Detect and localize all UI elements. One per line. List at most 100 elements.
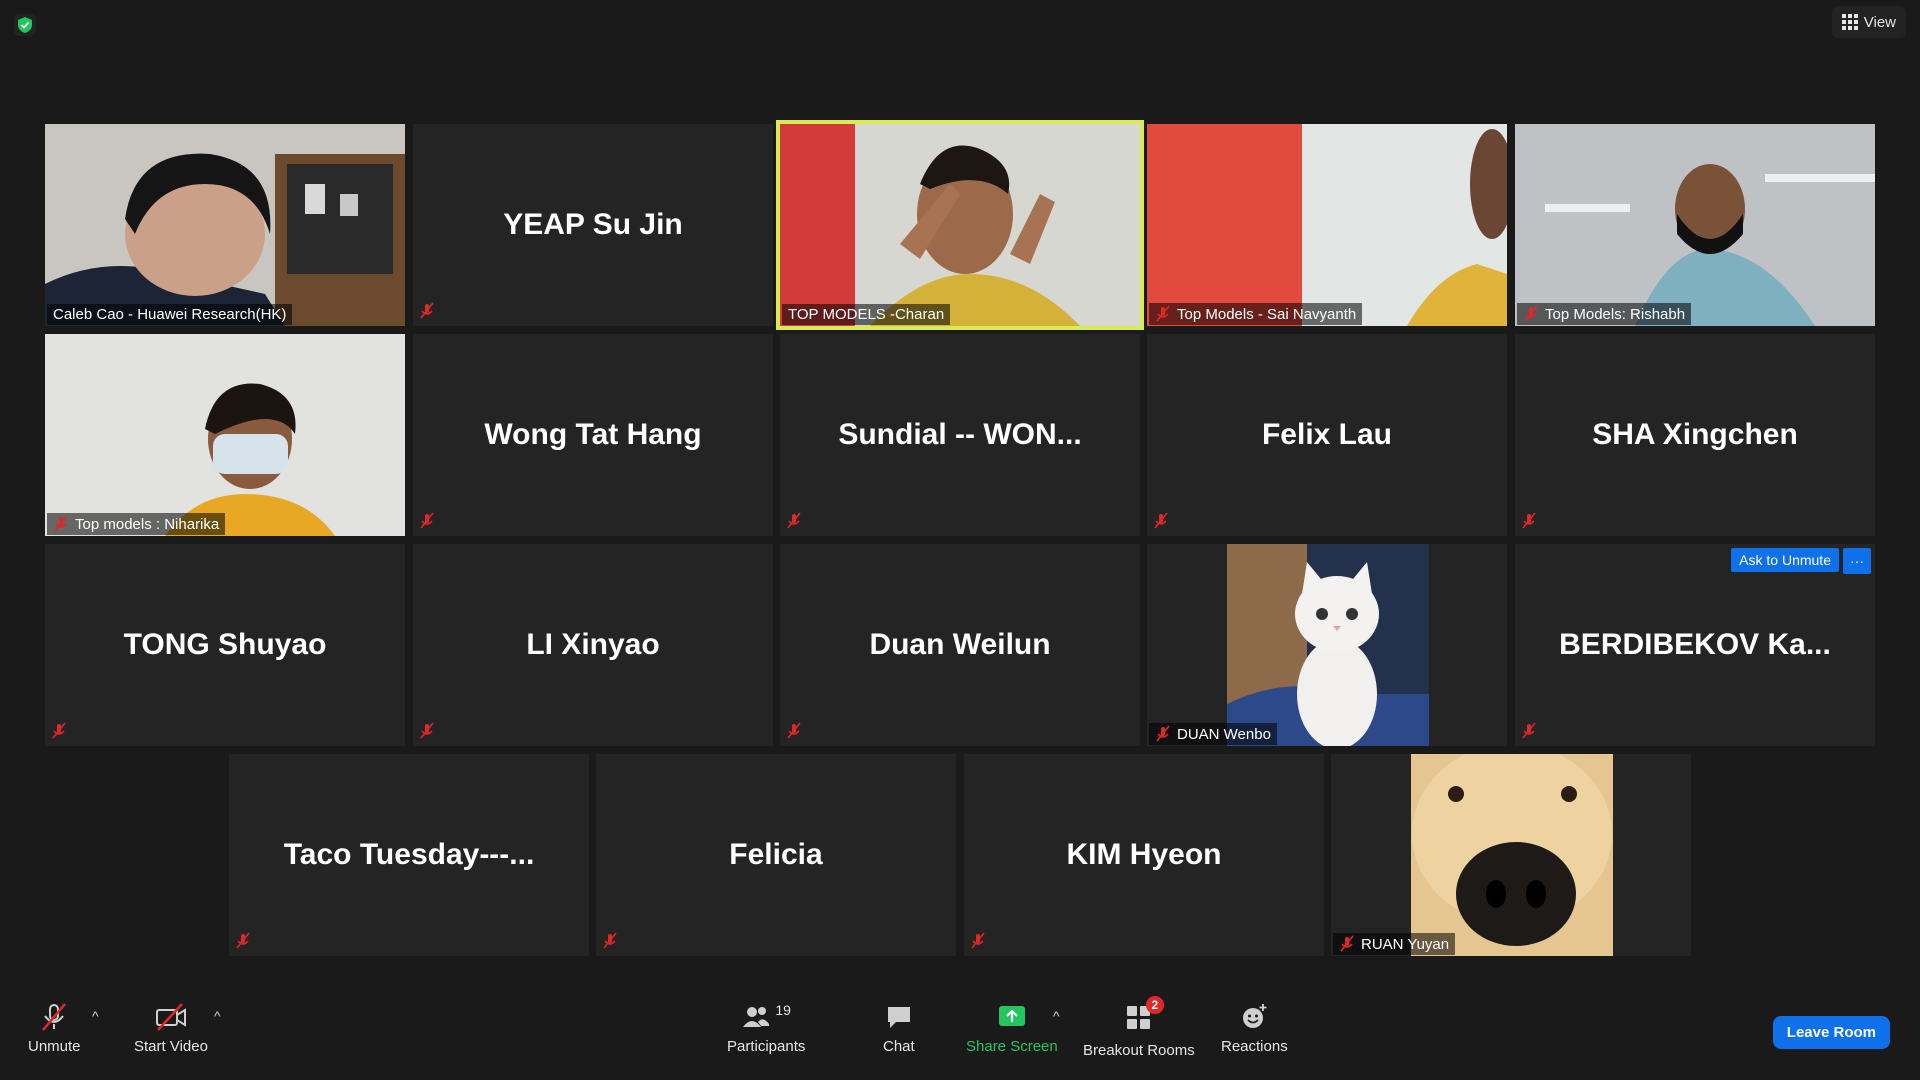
video-tile[interactable]: LI Xinyao	[413, 544, 773, 746]
video-off-icon	[155, 1003, 186, 1031]
video-tile[interactable]: Taco Tuesday---...	[229, 754, 589, 956]
profile-picture-cat	[1227, 544, 1429, 746]
mic-muted-icon	[1339, 935, 1355, 953]
mic-muted-icon	[1153, 512, 1169, 530]
participant-name: Top Models: Rishabh	[1545, 305, 1686, 323]
participant-nameplate: DUAN Wenbo	[1149, 723, 1277, 745]
participant-name: Top models : Niharika	[75, 515, 220, 533]
unmute-label: Unmute	[28, 1038, 81, 1055]
share-screen-button[interactable]: Share Screen	[966, 1002, 1058, 1055]
participant-nameplate: Caleb Cao - Huawei Research(HK)	[47, 304, 293, 325]
participant-name: BERDIBEKOV Ka...	[1559, 628, 1831, 661]
mic-muted-icon	[1521, 512, 1537, 530]
breakout-rooms-label: Breakout Rooms	[1083, 1042, 1195, 1059]
participant-name: TONG Shuyao	[123, 628, 327, 661]
video-tile[interactable]: TONG Shuyao	[45, 544, 405, 746]
tile-more-button[interactable]: ···	[1843, 548, 1871, 574]
video-tile[interactable]: RUAN Yuyan	[1331, 754, 1691, 956]
ask-to-unmute-button[interactable]: Ask to Unmute	[1731, 548, 1839, 572]
mic-muted-icon	[1155, 305, 1171, 323]
mic-muted-icon	[786, 512, 802, 530]
mic-muted-icon	[53, 515, 69, 533]
video-tile[interactable]: Top Models: Rishabh	[1515, 124, 1875, 326]
participant-name: DUAN Wenbo	[1177, 725, 1271, 743]
participant-nameplate: Top Models - Sai Navyanth	[1149, 303, 1363, 325]
participant-name: Duan Weilun	[869, 628, 1051, 661]
video-tile[interactable]: Wong Tat Hang	[413, 334, 773, 536]
mic-muted-icon	[602, 932, 618, 950]
leave-room-button[interactable]: Leave Room	[1772, 1016, 1890, 1049]
participants-button[interactable]: 19 Participants	[727, 1002, 805, 1055]
video-tile[interactable]: DUAN Wenbo	[1147, 544, 1507, 746]
participants-count: 19	[775, 1002, 791, 1018]
video-tile[interactable]: Sundial -- WON...	[780, 334, 1140, 536]
participants-label: Participants	[727, 1038, 806, 1055]
mic-muted-icon	[786, 722, 802, 740]
mic-muted-icon	[970, 932, 986, 950]
unmute-button[interactable]: Unmute	[28, 1002, 81, 1055]
participant-name: Taco Tuesday---...	[283, 838, 535, 871]
video-tile-active-speaker[interactable]: TOP MODELS -Charan	[776, 120, 1144, 330]
share-screen-label: Share Screen	[966, 1038, 1058, 1055]
participant-name: Felicia	[729, 838, 823, 871]
encryption-shield-icon[interactable]	[14, 14, 36, 36]
participant-name: Sundial -- WON...	[838, 418, 1082, 451]
participant-nameplate: TOP MODELS -Charan	[782, 304, 951, 325]
chat-button[interactable]: Chat	[883, 1002, 915, 1055]
video-options-caret-icon[interactable]: ^	[214, 1008, 221, 1024]
video-tile[interactable]: Duan Weilun	[780, 544, 1140, 746]
participant-name: Wong Tat Hang	[484, 418, 702, 451]
mic-muted-icon	[235, 932, 251, 950]
participant-video	[780, 124, 1140, 326]
participant-nameplate: Top models : Niharika	[47, 513, 226, 535]
participants-icon	[743, 1007, 770, 1027]
participant-video	[45, 334, 405, 536]
start-video-button[interactable]: Start Video	[134, 1002, 208, 1055]
breakout-rooms-badge: 2	[1145, 996, 1164, 1014]
mic-muted-icon	[419, 722, 435, 740]
participant-nameplate: Top Models: Rishabh	[1517, 303, 1692, 325]
breakout-rooms-button[interactable]: 2 Breakout Rooms	[1083, 996, 1195, 1059]
audio-options-caret-icon[interactable]: ^	[92, 1008, 99, 1024]
chat-icon	[887, 1007, 910, 1028]
participant-name: LI Xinyao	[526, 628, 660, 661]
participant-video	[45, 124, 405, 326]
reactions-label: Reactions	[1221, 1038, 1288, 1055]
mic-muted-icon	[1523, 305, 1539, 323]
participant-name: TOP MODELS -Charan	[788, 306, 945, 323]
participant-name: KIM Hyeon	[1066, 838, 1222, 871]
chat-label: Chat	[883, 1038, 915, 1055]
grid-icon	[1841, 14, 1858, 30]
video-tile[interactable]: YEAP Su Jin	[413, 124, 773, 326]
mic-muted-icon	[1155, 725, 1171, 743]
video-tile[interactable]: Top Models - Sai Navyanth	[1147, 124, 1507, 326]
participant-name: Caleb Cao - Huawei Research(HK)	[53, 306, 287, 323]
participant-name: RUAN Yuyan	[1361, 935, 1450, 953]
share-options-caret-icon[interactable]: ^	[1053, 1008, 1060, 1024]
mic-muted-icon	[419, 302, 435, 320]
video-tile[interactable]: Felicia	[596, 754, 956, 956]
view-button[interactable]: View	[1831, 6, 1906, 38]
video-tile[interactable]: Felix Lau	[1147, 334, 1507, 536]
video-tile[interactable]: KIM Hyeon	[964, 754, 1324, 956]
start-video-label: Start Video	[134, 1038, 208, 1055]
participant-name: YEAP Su Jin	[503, 208, 683, 241]
profile-picture-dog	[1411, 754, 1613, 956]
mic-muted-icon	[1521, 722, 1537, 740]
participant-name: SHA Xingchen	[1592, 418, 1798, 451]
mic-muted-icon	[419, 512, 435, 530]
meeting-toolbar: Unmute ^ Start Video ^ 19 Participants C…	[0, 984, 1920, 1080]
video-tile[interactable]: Top models : Niharika	[45, 334, 405, 536]
participant-video	[1147, 124, 1507, 326]
mic-muted-icon	[42, 1003, 67, 1031]
participant-video	[1515, 124, 1875, 326]
video-tile[interactable]: Caleb Cao - Huawei Research(HK)	[45, 124, 405, 326]
mic-muted-icon	[51, 722, 67, 740]
video-tile[interactable]: SHA Xingchen	[1515, 334, 1875, 536]
share-screen-icon	[998, 1006, 1025, 1026]
reactions-button[interactable]: Reactions	[1221, 1002, 1288, 1055]
participant-name: Felix Lau	[1261, 418, 1393, 451]
participant-nameplate: RUAN Yuyan	[1333, 933, 1456, 955]
participant-name: Top Models - Sai Navyanth	[1177, 305, 1357, 323]
video-tile-hovered[interactable]: BERDIBEKOV Ka... Ask to Unmute ···	[1515, 544, 1875, 746]
